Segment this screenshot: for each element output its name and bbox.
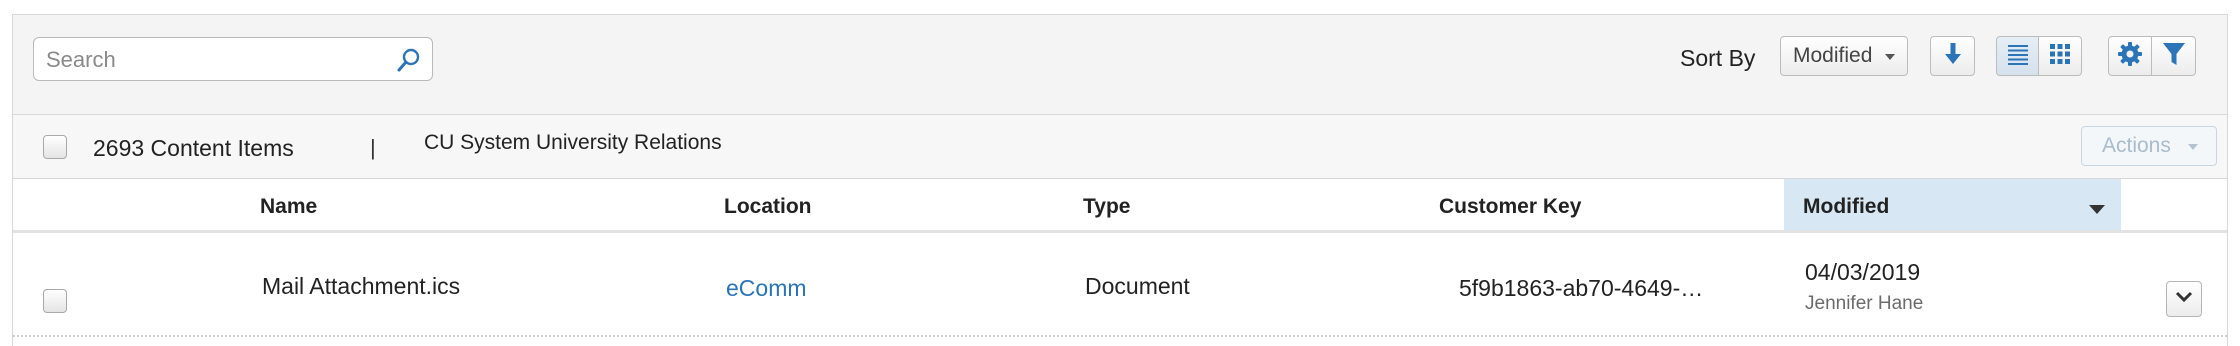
selection-bar: 2693 Content Items | CU System Universit… [13, 115, 2227, 179]
row-modified-date: 04/03/2019 [1805, 259, 1921, 285]
table-row[interactable]: Mail Attachment.ics eComm Document 5f9b1… [13, 233, 2227, 337]
row-type: Document [1085, 273, 1190, 299]
sort-by-value: Modified [1793, 44, 1873, 67]
row-menu-button[interactable] [2166, 281, 2202, 317]
current-folder: CU System University Relations [424, 131, 722, 154]
row-modified-by: Jennifer Hane [1805, 293, 1924, 314]
column-header-modified[interactable]: Modified [1784, 179, 2121, 230]
caret-down-icon [2188, 144, 2198, 150]
row-customer-key: 5f9b1863-ab70-4649-… [1459, 275, 1704, 301]
caret-down-icon [1885, 54, 1895, 60]
column-header-location[interactable]: Location [724, 195, 812, 219]
sort-direction-button[interactable] [1930, 36, 1975, 76]
arrow-down-icon [1944, 42, 1962, 71]
sort-by-label: Sort By [1680, 45, 1756, 71]
toolbar: Sort By Modified [13, 15, 2227, 115]
filter-icon [2162, 41, 2186, 72]
sort-by-select[interactable]: Modified [1780, 36, 1908, 76]
list-view-icon [2007, 43, 2029, 70]
actions-button[interactable]: Actions [2081, 126, 2217, 166]
column-header-name[interactable]: Name [260, 195, 317, 219]
column-header-customer-key[interactable]: Customer Key [1439, 195, 1581, 219]
search-input[interactable] [44, 46, 388, 74]
settings-button[interactable] [2108, 36, 2152, 76]
gear-icon [2117, 41, 2143, 72]
chevron-down-icon [2175, 290, 2193, 308]
column-header-type[interactable]: Type [1083, 195, 1130, 219]
table-header: Modified Name Location Type Customer Key [13, 179, 2227, 233]
search-icon[interactable] [396, 47, 422, 73]
grid-view-button[interactable] [2039, 36, 2082, 76]
search-box[interactable] [33, 37, 433, 81]
row-name[interactable]: Mail Attachment.ics [262, 273, 460, 300]
row-location-link[interactable]: eComm [726, 275, 807, 302]
row-checkbox[interactable] [43, 289, 67, 313]
grid-view-icon [2049, 43, 2071, 70]
separator: | [370, 135, 376, 160]
content-count: 2693 Content Items [93, 135, 294, 161]
actions-label: Actions [2102, 134, 2171, 157]
list-view-button[interactable] [1996, 36, 2039, 76]
sort-desc-icon [2089, 205, 2105, 214]
column-label-modified: Modified [1803, 195, 1890, 218]
filter-button[interactable] [2152, 36, 2196, 76]
select-all-checkbox[interactable] [43, 135, 67, 159]
content-browser: Sort By Modified [12, 14, 2228, 346]
